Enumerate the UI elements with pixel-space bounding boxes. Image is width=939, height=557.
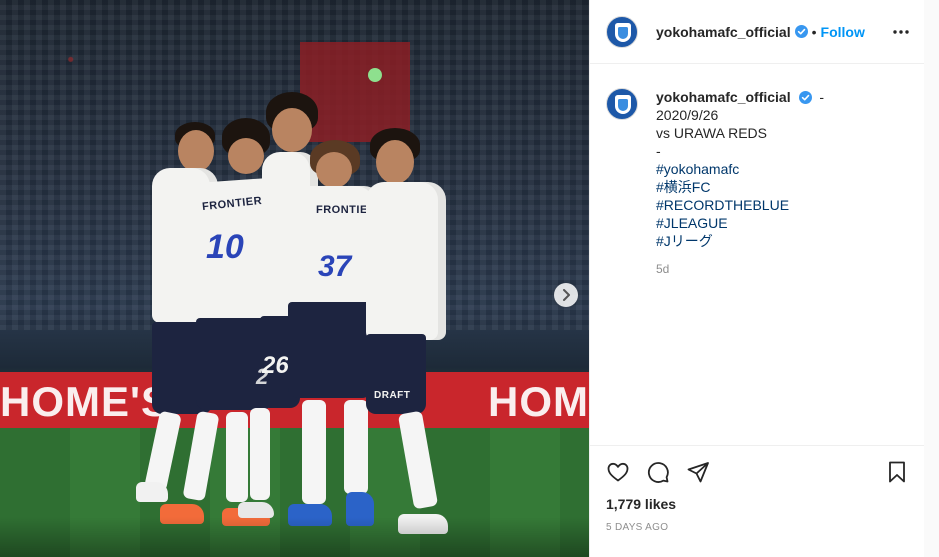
- caption-trail: -: [819, 89, 825, 105]
- player-head: [316, 152, 352, 188]
- crest-inner: [618, 99, 628, 111]
- post-timestamp[interactable]: 5 DAYS AGO: [606, 522, 909, 533]
- player-sock: [397, 410, 439, 510]
- player-sock: [302, 400, 326, 504]
- next-photo-button[interactable]: [554, 283, 578, 307]
- crest-inner: [618, 26, 628, 39]
- player-sock: [344, 400, 368, 494]
- board-text-right: HOM: [488, 378, 589, 425]
- player-shorts: [366, 334, 426, 414]
- hashtag-link[interactable]: #JLEAGUE: [656, 214, 824, 232]
- caption-avatar[interactable]: [606, 88, 638, 120]
- more-horizontal-icon: [893, 30, 909, 34]
- post-header: yokohamafc_official • Follow: [590, 0, 925, 64]
- player-head: [228, 138, 264, 174]
- player-boot: [238, 502, 274, 518]
- caption-line-dash: -: [656, 143, 661, 159]
- player-head: [376, 140, 414, 184]
- chevron-right-icon: [563, 289, 570, 301]
- player-head: [272, 108, 312, 152]
- jersey-number: 10: [206, 228, 244, 266]
- hashtag-link[interactable]: #Jリーグ: [656, 232, 824, 250]
- post-photo[interactable]: HOME'S HOM FRONTIER 10 26 FRONTIER 37 DR…: [0, 0, 589, 557]
- shorts-sponsor: DRAFT: [374, 390, 411, 401]
- action-icons-row: [606, 456, 909, 488]
- caption-line-date: 2020/9/26: [656, 107, 719, 123]
- more-options-button[interactable]: [891, 22, 911, 42]
- bookmark-icon[interactable]: [885, 460, 909, 484]
- follow-button[interactable]: Follow: [821, 24, 865, 40]
- exit-light: [368, 68, 382, 82]
- header-user-block: yokohamafc_official • Follow: [656, 24, 865, 40]
- player-sock: [182, 410, 220, 502]
- player-shirt: [366, 182, 446, 340]
- comment-icon[interactable]: [646, 460, 670, 484]
- hashtag-link[interactable]: #RECORDTHEBLUE: [656, 196, 824, 214]
- header-separator: •: [811, 23, 817, 40]
- player-shorts: [288, 302, 372, 398]
- verified-badge-icon: [798, 91, 812, 104]
- caption-line-opponent: vs URAWA REDS: [656, 125, 767, 141]
- player-sock: [144, 410, 182, 492]
- verified-badge-icon: [794, 25, 808, 38]
- hashtag-link[interactable]: #yokohamafc: [656, 160, 824, 178]
- caption-age[interactable]: 5d: [656, 260, 824, 278]
- jersey-number: 37: [318, 250, 352, 283]
- heart-icon[interactable]: [606, 460, 630, 484]
- player-head: [178, 130, 214, 172]
- players-huddle: FRONTIER 10 26 FRONTIER 37 DRAFT 2: [130, 90, 470, 540]
- post-side-panel: yokohamafc_official • Follow yokohamafc_…: [589, 0, 925, 557]
- caption-author-line: yokohamafc_official -: [656, 88, 824, 106]
- header-username[interactable]: yokohamafc_official: [656, 24, 791, 40]
- player-boot: [136, 482, 168, 502]
- caption-row: yokohamafc_official - 2020/9/26 vs URAWA…: [606, 88, 909, 278]
- caption-text: yokohamafc_official - 2020/9/26 vs URAWA…: [656, 88, 824, 278]
- page-gutter: [924, 0, 939, 557]
- jersey-number: 2: [256, 364, 269, 389]
- likes-count[interactable]: 1,779 likes: [606, 496, 909, 512]
- player-sock: [226, 412, 248, 502]
- yokohamafc-crest-icon[interactable]: [606, 15, 638, 48]
- caption-username[interactable]: yokohamafc_official: [656, 89, 791, 105]
- share-icon[interactable]: [686, 460, 710, 484]
- post-actions: 1,779 likes 5 DAYS AGO: [590, 445, 925, 533]
- player-sock: [250, 408, 270, 500]
- hashtag-link[interactable]: #横浜FC: [656, 178, 824, 196]
- caption-area: yokohamafc_official - 2020/9/26 vs URAWA…: [590, 64, 925, 444]
- photo-vignette: [0, 517, 589, 557]
